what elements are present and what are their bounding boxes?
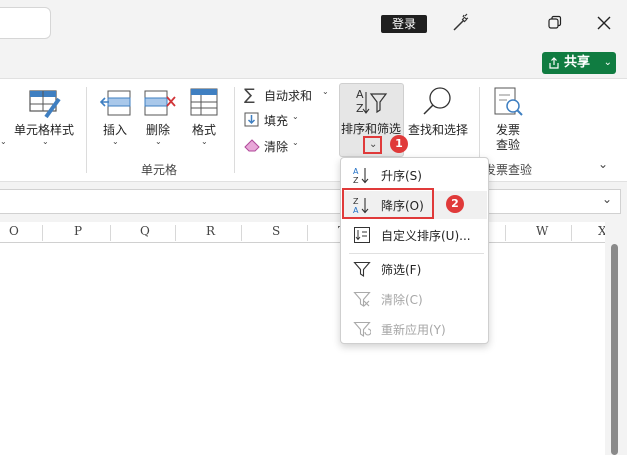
svg-text:A: A (356, 88, 364, 101)
svg-text:A: A (353, 167, 359, 176)
reapply-filter-icon (353, 321, 371, 338)
invoice-check-icon[interactable] (492, 86, 524, 118)
chevron-down-icon[interactable]: ⌄ (602, 192, 612, 206)
title-bar: 登录 (0, 0, 627, 46)
ribbon: ⌄ 单元格样式 ⌄ 插入 ⌄ 删除 ⌄ 格式 ⌄ 单元格 ∑ 自动求和 ⌄ 填充… (0, 78, 627, 182)
group-separator (234, 87, 235, 173)
vertical-scrollbar[interactable] (605, 222, 627, 455)
chevron-down-icon: ⌄ (42, 137, 49, 146)
autosum-button[interactable]: 自动求和 (264, 87, 312, 104)
menu-item-reapply: 重新应用(Y) (343, 315, 487, 343)
share-button[interactable]: 共享 ⌄ (542, 52, 616, 74)
sort-ascending-icon: A Z (353, 167, 369, 184)
custom-sort-icon (354, 227, 370, 243)
cell-style-button[interactable]: 单元格样式 (14, 121, 74, 138)
magnifier-icon[interactable] (422, 85, 454, 117)
sort-filter-icon: A Z (356, 88, 388, 115)
clear-button[interactable]: 清除 (264, 138, 288, 155)
invoice-group-label: 发票查验 (484, 163, 533, 177)
chevron-down-icon: ⌄ (292, 138, 299, 147)
fill-icon (244, 112, 259, 127)
menu-item-label: 清除(C) (381, 293, 423, 307)
step-badge-2: 2 (446, 195, 464, 213)
menu-item-custom-sort[interactable]: 自定义排序(U)... (343, 221, 487, 249)
column-divider (307, 225, 308, 241)
column-header[interactable]: S (272, 224, 280, 238)
column-header[interactable]: P (74, 224, 82, 238)
chevron-down-icon: ⌄ (112, 137, 119, 146)
autosum-icon: ∑ (244, 85, 255, 104)
column-header[interactable]: O (9, 224, 19, 238)
chevron-down-icon: ⌄ (292, 112, 299, 121)
menu-item-label: 自定义排序(U)... (381, 229, 471, 243)
clear-filter-icon (353, 291, 371, 308)
column-divider (505, 225, 506, 241)
svg-text:Z: Z (356, 102, 364, 115)
filter-icon (353, 261, 371, 278)
insert-cells-icon[interactable] (100, 89, 132, 117)
column-header[interactable]: R (206, 224, 215, 238)
format-cells-icon[interactable] (189, 87, 219, 117)
menu-item-label: 重新应用(Y) (381, 323, 446, 337)
chevron-down-icon: ⌄ (603, 57, 612, 68)
group-separator (86, 87, 87, 173)
worksheet-grid[interactable] (0, 243, 605, 455)
scrollbar-thumb[interactable] (611, 244, 618, 455)
sort-filter-label: 排序和筛选 (341, 122, 402, 136)
fill-button[interactable]: 填充 (264, 112, 288, 129)
delete-button[interactable]: 删除 (146, 121, 170, 138)
menu-item-filter[interactable]: 筛选(F) (343, 255, 487, 283)
format-button[interactable]: 格式 (192, 121, 216, 138)
column-divider (571, 225, 572, 241)
login-button[interactable]: 登录 (381, 15, 427, 33)
close-window-icon[interactable] (595, 14, 613, 32)
formula-bar[interactable]: ⌄ (0, 189, 621, 214)
step-badge-1: 1 (390, 135, 408, 153)
svg-text:Z: Z (353, 176, 359, 184)
delete-cells-icon[interactable] (143, 89, 177, 117)
collapse-ribbon-chevron-icon[interactable]: ⌄ (598, 157, 608, 171)
menu-item-clear-filter: 清除(C) (343, 285, 487, 313)
descending-highlight (342, 188, 434, 219)
menu-item-label: 筛选(F) (381, 263, 422, 277)
magic-wand-icon[interactable] (451, 13, 471, 33)
chevron-down-icon: ⌄ (155, 137, 162, 146)
cell-style-icon[interactable] (28, 87, 62, 121)
sort-filter-menu: A Z 升序(S) Z A 降序(O) 自定义排序(U)... 筛选(F) 清除… (340, 157, 489, 344)
cells-group-label: 单元格 (141, 163, 178, 177)
restore-window-icon[interactable] (547, 15, 563, 31)
column-header[interactable]: W (536, 224, 548, 238)
share-label: 共享 (564, 55, 591, 70)
menu-separator (349, 253, 484, 254)
chevron-down-icon: ⌄ (322, 87, 329, 96)
dropdown-highlight: ⌄ (363, 136, 382, 154)
share-icon (549, 57, 559, 69)
invoice-label-line2[interactable]: 查验 (496, 136, 520, 153)
column-divider (241, 225, 242, 241)
insert-button[interactable]: 插入 (103, 121, 127, 138)
column-divider (175, 225, 176, 241)
menu-item-sort-ascending[interactable]: A Z 升序(S) (343, 161, 487, 189)
menu-item-label: 升序(S) (381, 169, 422, 183)
column-headers: O P Q R S T U V W X (0, 222, 607, 243)
chevron-down-icon[interactable]: ⌄ (0, 137, 7, 146)
find-select-button[interactable]: 查找和选择 (408, 121, 468, 138)
column-divider (110, 225, 111, 241)
search-box[interactable] (0, 7, 51, 39)
column-divider (42, 225, 43, 241)
column-header[interactable]: Q (140, 224, 150, 238)
eraser-icon (244, 139, 260, 152)
chevron-down-icon[interactable]: ⌄ (369, 139, 377, 150)
chevron-down-icon: ⌄ (201, 137, 208, 146)
